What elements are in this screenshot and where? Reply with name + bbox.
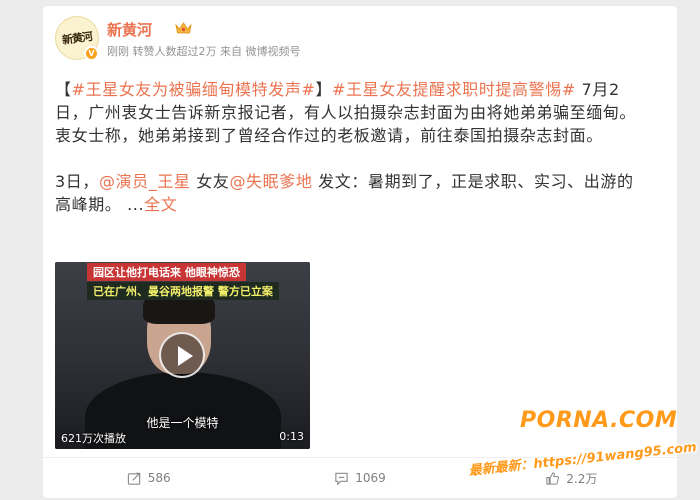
- paragraph-2-prefix: 3日，: [55, 172, 99, 191]
- bracket-close: 】: [315, 80, 333, 99]
- hashtag-link[interactable]: #王星女友为被骗缅甸模特发声#: [72, 80, 316, 99]
- source-prefix: 来自: [220, 45, 242, 58]
- verified-badge-icon: V: [84, 46, 99, 61]
- mention-link[interactable]: @失眠爹地: [229, 172, 312, 191]
- like-count: 2.2万: [566, 471, 598, 486]
- author-name[interactable]: 新黄河: [107, 19, 152, 40]
- reposts-note: 转赞人数超过2万: [132, 45, 217, 58]
- mention-link[interactable]: @演员_王星: [99, 172, 191, 191]
- post-source[interactable]: 微博视频号: [246, 45, 301, 58]
- avatar-logo-text: 新黄河: [61, 29, 93, 48]
- crown-icon: [175, 22, 192, 34]
- post-meta: 刚刚 转赞人数超过2万 来自 微博视频号: [107, 43, 301, 59]
- comment-button[interactable]: 1069: [254, 458, 465, 498]
- bracket-open: 【: [55, 80, 72, 99]
- video-caption-top: 园区让他打电话来 他眼神惊恐: [87, 263, 246, 281]
- video-caption-second: 已在广州、曼谷两地报警 警方已立案: [87, 282, 279, 300]
- play-button[interactable]: [159, 332, 205, 378]
- paragraph-2-mid: 女友: [190, 172, 230, 191]
- thumbs-up-icon: [546, 471, 560, 485]
- full-text-link[interactable]: 全文: [144, 195, 177, 214]
- play-icon: [178, 346, 193, 366]
- video-subtitle: 他是一个模特: [146, 416, 219, 430]
- repost-icon: [127, 472, 140, 485]
- video-duration: 0:13: [279, 430, 304, 443]
- watermark-brand: PORNA.COM: [520, 408, 678, 433]
- hashtag-link[interactable]: #王星女友提醒求职时提高警惕#: [332, 80, 576, 99]
- repost-button[interactable]: 586: [43, 458, 254, 498]
- video-player[interactable]: 园区让他打电话来 他眼神惊恐 已在广州、曼谷两地报警 警方已立案 他是一个模特 …: [55, 262, 310, 449]
- post-time: 刚刚: [107, 45, 129, 58]
- repost-count: 586: [147, 471, 171, 485]
- comment-icon: [335, 472, 348, 485]
- play-count: 621万次播放: [61, 432, 126, 445]
- post-text: 【#王星女友为被骗缅甸模特发声#】#王星女友提醒求职时提高警惕# 7月2日，广州…: [55, 78, 645, 216]
- comment-count: 1069: [355, 471, 386, 485]
